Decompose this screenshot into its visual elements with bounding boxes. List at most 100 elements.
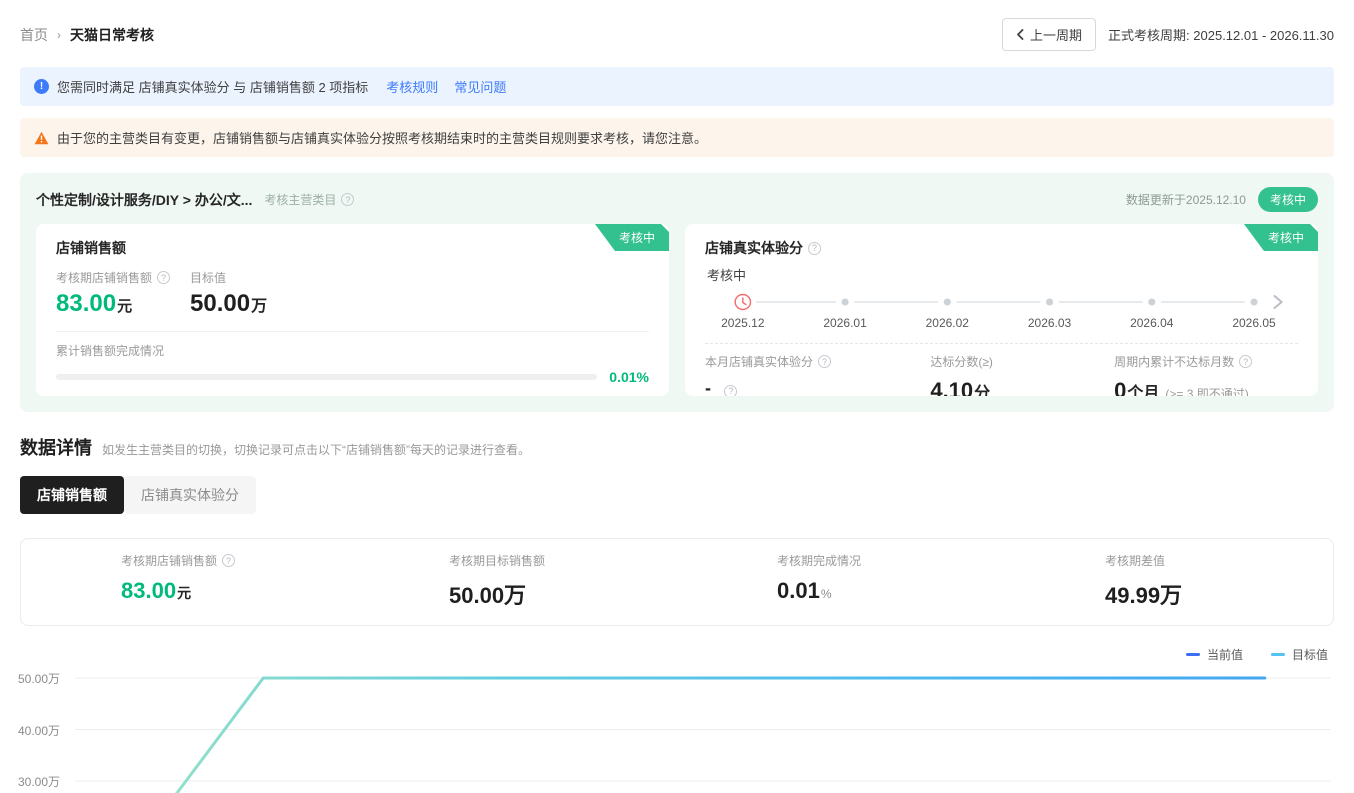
stats-row: 考核期店铺销售额? 83.00元 考核期目标销售额 50.00万 考核期完成情况 0.01… — [20, 538, 1334, 626]
current-sales-label: 考核期店铺销售额 ? — [56, 269, 190, 286]
help-icon[interactable]: ? — [222, 554, 236, 567]
target-sales-value: 50.00万 — [190, 290, 267, 318]
warning-banner-text: 由于您的主营类目有变更，店铺销售额与店铺真实体验分按照考核期结束时的主营类目规则… — [57, 131, 708, 146]
y-axis-tick: 40.00万 — [18, 723, 61, 738]
info-banner: ! 您需同时满足 店铺真实体验分 与 店铺销售额 2 项指标 考核规则 常见问题 — [20, 67, 1334, 106]
assessment-period-text: 正式考核周期: 2025.12.01 - 2026.11.30 — [1108, 28, 1334, 43]
experience-card-title-text: 店铺真实体验分 — [705, 240, 803, 256]
main-category-text: 个性定制/设计服务/DIY > 办公/文... — [36, 191, 253, 208]
timeline-dot — [1250, 298, 1258, 306]
experience-status-text: 考核中 — [707, 268, 747, 283]
stat-inner: 考核期目标销售额 50.00万 — [449, 552, 577, 610]
stat-label-text: 考核期店铺销售额 — [121, 554, 218, 568]
sales-card: 考核中 店铺销售额 考核期店铺销售额 ? 目标值 83.00元 50.00万 累… — [36, 224, 669, 396]
experience-card: 考核中 店铺真实体验分 ? 考核中 2025.12 2026.01 2026.02 2… — [685, 224, 1318, 396]
sales-labels-row: 考核期店铺销售额 ? 目标值 — [56, 269, 649, 286]
target-sales-number: 50.00 — [190, 290, 251, 317]
stat-inner: 考核期差值 49.99万 — [1105, 552, 1233, 610]
details-subtitle: 如发生主营类目的切换，切换记录可点击以下“店铺销售额”每天的记录进行查看。 — [102, 443, 530, 457]
stat-unit: % — [820, 587, 832, 601]
y-axis-tick: 30.00万 — [18, 775, 61, 789]
help-icon[interactable]: ? — [818, 355, 832, 368]
pass-score-number: 4.10 — [930, 378, 974, 396]
stat-value: 50.00万 — [449, 578, 577, 610]
fail-months-col: 周期内累计不达标月数 ? 0个月 (>= 3 即不通过) — [1114, 353, 1298, 396]
pass-score-label: 达标分数(≥) — [930, 355, 993, 369]
detail-tabs: 店铺销售额 店铺真实体验分 — [20, 476, 1334, 514]
help-icon[interactable]: ? — [157, 271, 171, 284]
monthly-score-value: - ? — [705, 378, 930, 396]
help-icon[interactable]: ? — [341, 193, 355, 206]
legend-dash-icon — [1185, 653, 1200, 656]
tab-experience[interactable]: 店铺真实体验分 — [124, 476, 256, 514]
stat-col-2: 考核期目标销售额 50.00万 — [349, 552, 677, 610]
progress-row: 0.01% — [56, 369, 649, 385]
pass-score-value: 4.10分 — [930, 378, 1114, 396]
assessment-rules-link[interactable]: 考核规则 — [386, 77, 438, 96]
sales-values-row: 83.00元 50.00万 — [56, 290, 649, 318]
timeline-dot — [1148, 298, 1156, 306]
target-sales-unit: 万 — [251, 298, 268, 315]
faq-link[interactable]: 常见问题 — [454, 77, 506, 96]
breadcrumb-home-link[interactable]: 首页 — [20, 25, 48, 45]
stat-label: 考核期完成情况 — [777, 552, 905, 569]
help-icon[interactable]: ? — [724, 384, 738, 396]
stat-number: 83.00 — [121, 578, 177, 603]
y-axis-tick: 50.00万 — [18, 672, 61, 686]
topbar-actions: 上一周期 正式考核周期: 2025.12.01 - 2026.11.30 — [1002, 18, 1334, 51]
timeline-month: 2025.12 — [721, 316, 765, 330]
main-category: 个性定制/设计服务/DIY > 办公/文... 考核主营类目 ? — [36, 190, 355, 210]
stat-label: 考核期店铺销售额? — [121, 552, 249, 569]
chevron-left-icon — [1017, 29, 1024, 40]
info-banner-links: 考核规则 常见问题 — [386, 77, 506, 96]
details-title: 数据详情 — [20, 438, 92, 458]
info-icon: ! — [34, 79, 49, 94]
monthly-score-col: 本月店铺真实体验分 ? - ? — [705, 353, 930, 396]
prev-period-button[interactable]: 上一周期 — [1002, 18, 1097, 51]
stat-label-text: 考核期差值 — [1105, 554, 1166, 568]
warning-banner: 由于您的主营类目有变更，店铺销售额与店铺真实体验分按照考核期结束时的主营类目规则… — [20, 118, 1334, 157]
current-sales-number: 83.00 — [56, 290, 117, 317]
progress-percent: 0.01% — [609, 369, 649, 385]
sales-card-title: 店铺销售额 — [56, 240, 126, 256]
stat-number: 49.99万 — [1105, 583, 1183, 608]
panel-header-right: 数据更新于2025.12.10 考核中 — [1126, 187, 1318, 212]
current-sales-value: 83.00元 — [56, 290, 190, 318]
pass-score-col: 达标分数(≥) 4.10分 — [930, 353, 1114, 396]
chevron-right-icon[interactable] — [1273, 295, 1283, 309]
tab-sales[interactable]: 店铺销售额 — [20, 476, 124, 514]
timeline-dot — [841, 298, 849, 306]
timeline-dot — [1045, 298, 1054, 306]
current-sales-label-text: 考核期店铺销售额 — [56, 271, 153, 285]
legend-item-2[interactable]: 目标值 — [1270, 646, 1328, 663]
experience-card-title: 店铺真实体验分 ? — [705, 238, 1298, 258]
fail-months-value: 0个月 (>= 3 即不通过) — [1114, 378, 1298, 396]
status-badge: 考核中 — [1257, 187, 1318, 212]
monthly-score-number: - — [705, 378, 711, 396]
timeline-month: 2026.01 — [823, 316, 867, 330]
fail-months-note: (>= 3 即不通过) — [1165, 387, 1249, 396]
legend-label: 目标值 — [1291, 648, 1328, 662]
monthly-score-label-text: 本月店铺真实体验分 — [705, 355, 814, 369]
page-title: 天猫日常考核 — [70, 26, 154, 43]
timeline-month: 2026.05 — [1232, 316, 1276, 330]
experience-timeline: 2025.12 2026.01 2026.02 2026.03 2026.04 2026.… — [705, 291, 1298, 332]
stat-col-1: 考核期店铺销售额? 83.00元 — [21, 552, 349, 610]
prev-period-label: 上一周期 — [1030, 28, 1083, 43]
stat-value: 83.00元 — [121, 578, 249, 604]
legend-item-1[interactable]: 当前值 — [1185, 646, 1243, 663]
legend-dash-icon — [1270, 653, 1285, 656]
stat-number: 50.00万 — [449, 583, 527, 608]
timeline-month: 2026.03 — [1027, 316, 1072, 330]
stat-col-3: 考核期完成情况 0.01% — [677, 552, 1005, 610]
current-sales-unit: 元 — [117, 298, 133, 315]
fail-months-unit: 个月 — [1127, 385, 1160, 396]
breadcrumb: 首页 › 天猫日常考核 — [20, 25, 154, 45]
assessment-panel-header: 个性定制/设计服务/DIY > 办公/文... 考核主营类目 ? 数据更新于20… — [36, 187, 1318, 212]
stat-value: 0.01% — [777, 578, 905, 604]
pass-score-unit: 分 — [974, 385, 991, 396]
stat-number: 0.01 — [777, 578, 820, 603]
clock-hands-icon — [742, 297, 747, 306]
help-icon[interactable]: ? — [808, 241, 821, 255]
help-icon[interactable]: ? — [1239, 355, 1253, 368]
